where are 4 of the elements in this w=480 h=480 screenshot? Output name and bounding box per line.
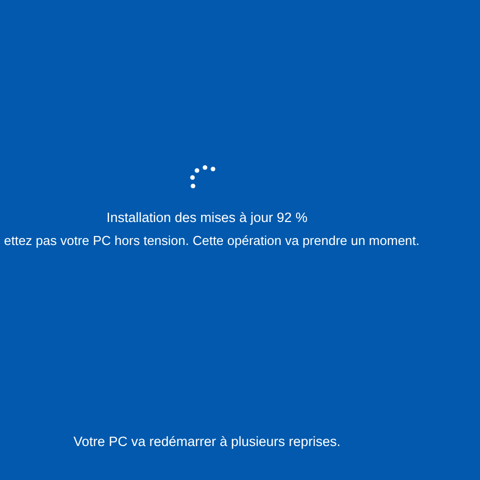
- footer-text: Votre PC va redémarrer à plusieurs reprises.: [73, 434, 341, 449]
- spinner-icon: [189, 164, 217, 190]
- status-text: Installation des mises à jour 92 %: [106, 210, 308, 225]
- warning-text: ettez pas votre PC hors tension. Cette opération va prendre un moment.: [4, 233, 420, 248]
